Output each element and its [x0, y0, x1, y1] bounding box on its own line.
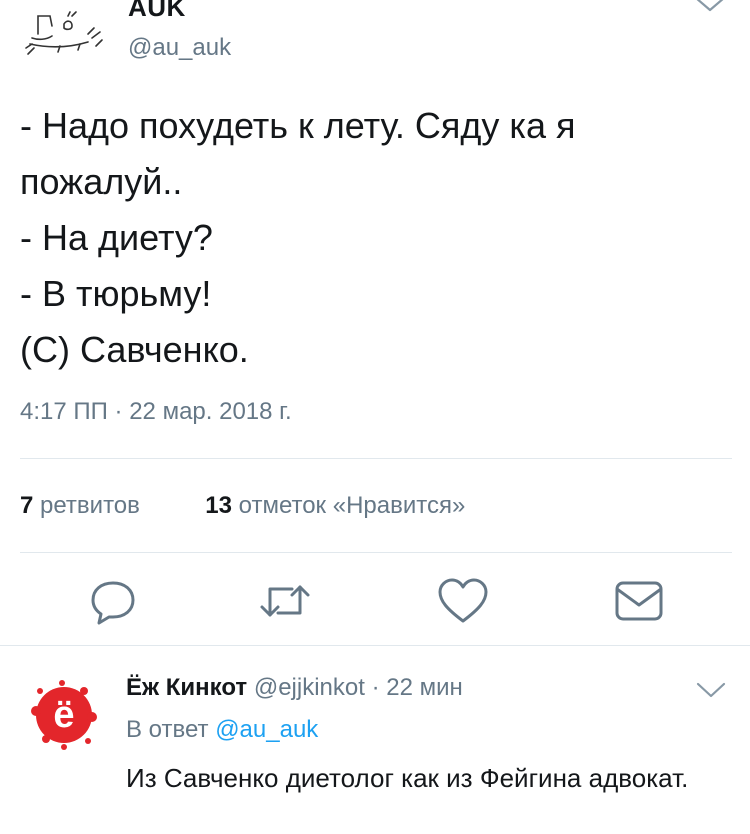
divider	[20, 552, 732, 553]
like-heart-icon[interactable]	[428, 566, 498, 636]
reply-author-handle[interactable]: @ejjkinkot	[254, 674, 365, 701]
reply-to-handle-link[interactable]: @au_auk	[215, 716, 318, 743]
chevron-down-icon[interactable]	[694, 680, 728, 702]
tweet-line: - Надо похудеть к лету. Сяду ка я	[20, 105, 576, 146]
reply-text: Из Савченко диетолог как из Фейгина адво…	[126, 763, 689, 793]
retweets-stat[interactable]: 7 ретвитов	[20, 492, 140, 519]
tweet-text: - Надо похудеть к лету. Сяду ка я пожалу…	[20, 98, 575, 378]
retweets-count: 7	[20, 492, 34, 519]
likes-stat[interactable]: 13 отметок «Нравится»	[205, 492, 465, 519]
reply-author-name[interactable]: Ёж Кинкот	[126, 674, 247, 701]
reply-avatar-letter: ё	[53, 694, 74, 736]
tweet-line: (С) Савченко.	[20, 329, 249, 370]
reply-header: Ёж Кинкот @ejjkinkot · 22 мин	[126, 674, 463, 702]
author-name[interactable]: AUK	[128, 0, 186, 23]
tweet-timestamp[interactable]: 4:17 ПП · 22 мар. 2018 г.	[20, 398, 292, 426]
likes-count: 13	[205, 492, 232, 519]
author-handle[interactable]: @au_auk	[128, 34, 231, 62]
tweet-line: - На диету?	[20, 217, 213, 258]
likes-label: отметок «Нравится»	[238, 492, 466, 519]
chevron-down-icon[interactable]	[692, 0, 728, 16]
reply-separator: ·	[371, 674, 380, 701]
reply-icon[interactable]	[78, 566, 148, 636]
reply-avatar[interactable]: ё	[26, 677, 102, 753]
tweet-line: пожалуй..	[20, 161, 183, 202]
author-avatar[interactable]	[18, 4, 114, 68]
retweet-icon[interactable]	[250, 566, 320, 636]
retweets-label: ретвитов	[40, 492, 140, 519]
engagement-stats: 7 ретвитов 13 отметок «Нравится»	[20, 492, 465, 520]
divider	[20, 458, 732, 459]
reply-to-line: В ответ @au_auk	[126, 716, 318, 744]
action-bar	[0, 566, 750, 636]
reply-to-prefix: В ответ	[126, 716, 209, 743]
reply-time: 22 мин	[386, 674, 463, 701]
tweet-line: - В тюрьму!	[20, 273, 212, 314]
share-envelope-icon[interactable]	[604, 566, 674, 636]
